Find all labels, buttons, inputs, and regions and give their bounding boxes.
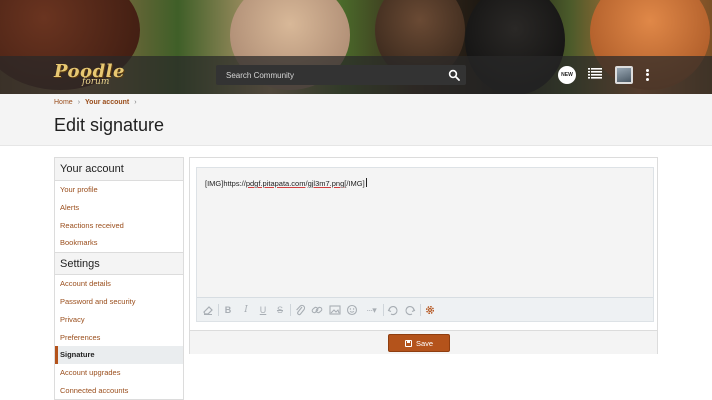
user-avatar[interactable] bbox=[615, 66, 633, 84]
toolbar-separator bbox=[383, 304, 384, 316]
chevron-right-icon: › bbox=[77, 99, 81, 106]
attach-icon[interactable] bbox=[293, 303, 307, 317]
sidebar-item-connected-accounts[interactable]: Connected accounts bbox=[55, 382, 183, 399]
emoji-icon[interactable] bbox=[345, 303, 359, 317]
breadcrumb: Home › Your account › bbox=[54, 99, 137, 106]
sidebar-item-preferences[interactable]: Preferences bbox=[55, 329, 183, 347]
sidebar-item-privacy[interactable]: Privacy bbox=[55, 311, 183, 329]
save-button[interactable]: Save bbox=[388, 334, 450, 352]
sidebar-item-bookmarks[interactable]: Bookmarks bbox=[55, 234, 183, 252]
save-button-label: Save bbox=[415, 338, 434, 348]
new-posts-badge[interactable]: NEW bbox=[558, 66, 576, 84]
editor-toolbar: B I U S ···▾ bbox=[197, 297, 653, 321]
search-input[interactable] bbox=[216, 65, 444, 85]
sidebar-item-account-details[interactable]: Account details bbox=[55, 275, 183, 293]
account-sidebar: Your account Your profile Alerts Reactio… bbox=[54, 157, 184, 400]
sidebar-item-your-profile[interactable]: Your profile bbox=[55, 181, 183, 199]
sidebar-heading-settings: Settings bbox=[55, 252, 183, 276]
signature-form: [IMG]https://pdgf.pitapata.com/gjl3m7.pn… bbox=[189, 157, 658, 354]
text-caret bbox=[365, 178, 367, 187]
sidebar-heading-your-account: Your account bbox=[55, 158, 183, 181]
sidebar-item-password-security[interactable]: Password and security bbox=[55, 293, 183, 311]
toolbar-separator bbox=[420, 304, 421, 316]
image-icon[interactable] bbox=[328, 303, 342, 317]
list-icon[interactable] bbox=[588, 67, 602, 81]
strikethrough-icon[interactable]: S bbox=[273, 303, 287, 317]
sidebar-item-signature[interactable]: Signature bbox=[55, 346, 183, 365]
more-vertical-icon[interactable] bbox=[644, 67, 650, 83]
toolbar-separator bbox=[290, 304, 291, 316]
toolbar-separator bbox=[218, 304, 219, 316]
settings-icon[interactable] bbox=[423, 303, 437, 317]
search-box bbox=[216, 65, 466, 85]
chevron-right-icon: › bbox=[134, 99, 137, 106]
bold-icon[interactable]: B bbox=[221, 303, 235, 317]
underline-icon[interactable]: U bbox=[256, 303, 270, 317]
signature-editor[interactable]: [IMG]https://pdgf.pitapata.com/gjl3m7.pn… bbox=[196, 167, 654, 322]
link-icon[interactable] bbox=[310, 303, 324, 317]
breadcrumb-your-account[interactable]: Your account bbox=[85, 99, 129, 106]
new-badge-text: NEW bbox=[561, 72, 573, 78]
more-options-icon[interactable]: ···▾ bbox=[362, 303, 380, 317]
sidebar-item-account-upgrades[interactable]: Account upgrades bbox=[55, 364, 183, 382]
redo-icon[interactable] bbox=[403, 303, 417, 317]
form-submit-row: Save bbox=[190, 330, 657, 354]
signature-text[interactable]: [IMG]https://pdgf.pitapata.com/gjl3m7.pn… bbox=[205, 178, 367, 188]
breadcrumb-home[interactable]: Home bbox=[54, 99, 73, 106]
sidebar-item-alerts[interactable]: Alerts bbox=[55, 199, 183, 217]
logo-sub-text: forum bbox=[82, 77, 110, 87]
italic-icon[interactable]: I bbox=[239, 303, 253, 317]
save-icon bbox=[404, 339, 412, 347]
page-title: Edit signature bbox=[54, 115, 165, 135]
eraser-icon[interactable] bbox=[201, 303, 215, 317]
search-icon[interactable] bbox=[448, 69, 460, 81]
site-logo[interactable]: Poodle forum bbox=[54, 61, 134, 89]
undo-icon[interactable] bbox=[386, 303, 400, 317]
sidebar-item-reactions-received[interactable]: Reactions received bbox=[55, 217, 183, 235]
